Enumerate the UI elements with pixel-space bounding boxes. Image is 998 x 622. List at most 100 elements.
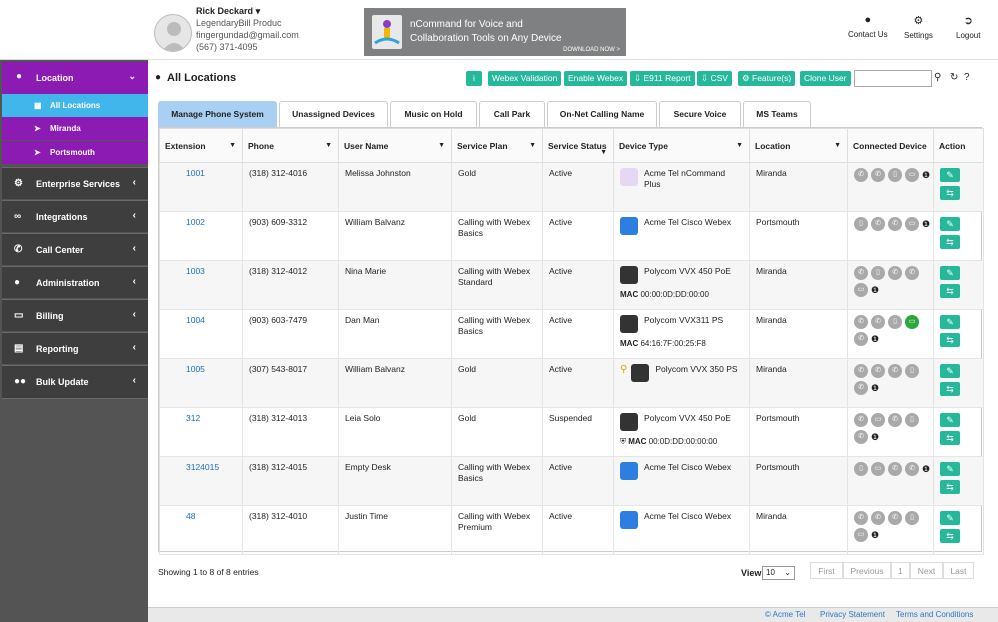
phone-device-icon[interactable]: ✆	[888, 364, 902, 378]
swap-button[interactable]: ⇆	[940, 480, 960, 494]
enable-webex-button[interactable]: Enable Webex	[564, 71, 628, 86]
csv-button[interactable]: ⇩ CSV	[697, 71, 732, 86]
info-icon[interactable]: ❶	[871, 332, 879, 346]
banner-download[interactable]: DOWNLOAD NOW >	[563, 47, 620, 53]
phone-device-icon[interactable]: ✆	[905, 462, 919, 476]
extension-link[interactable]: 1004	[186, 315, 205, 325]
pagination-last[interactable]: Last	[943, 562, 974, 579]
info-icon[interactable]: ❶	[922, 168, 930, 182]
refresh-icon[interactable]: ↻	[950, 72, 958, 83]
edit-button[interactable]: ✎	[940, 364, 960, 378]
mobile-device-icon[interactable]: ▯	[888, 168, 902, 182]
phone-device-icon[interactable]: ✆	[905, 266, 919, 280]
info-icon[interactable]: ❶	[871, 381, 879, 395]
sidebar-item-administration[interactable]: ● Administration ‹	[2, 266, 148, 298]
settings-button[interactable]: ⚙ Settings	[904, 14, 933, 40]
column-header-extension[interactable]: Extension ▼	[159, 128, 243, 163]
e911-report-button[interactable]: ⇩ E911 Report	[630, 71, 695, 86]
mobile-device-icon[interactable]: ▯	[871, 266, 885, 280]
info-icon[interactable]: ❶	[871, 283, 879, 297]
edit-button[interactable]: ✎	[940, 462, 960, 476]
swap-button[interactable]: ⇆	[940, 431, 960, 445]
swap-button[interactable]: ⇆	[940, 186, 960, 200]
sidebar-item-call-center[interactable]: ✆ Call Center ‹	[2, 233, 148, 265]
pagination-page-1[interactable]: 1	[891, 562, 910, 579]
desktop-device-icon[interactable]: ▭	[871, 413, 885, 427]
column-header-service-status[interactable]: Service Status ▼	[542, 128, 614, 163]
column-header-location[interactable]: Location ▼	[749, 128, 848, 163]
sidebar-item-reporting[interactable]: ▤ Reporting ‹	[2, 332, 148, 364]
phone-device-icon[interactable]: ✆	[888, 217, 902, 231]
avatar[interactable]	[154, 14, 192, 52]
column-header-phone[interactable]: Phone ▼	[242, 128, 339, 163]
edit-button[interactable]: ✎	[940, 413, 960, 427]
terms-link[interactable]: Terms and Conditions	[896, 610, 973, 619]
swap-button[interactable]: ⇆	[940, 284, 960, 298]
extension-link[interactable]: 3124015	[186, 462, 219, 472]
phone-device-icon[interactable]: ✆	[854, 168, 868, 182]
column-header-user-name[interactable]: User Name ▼	[338, 128, 452, 163]
features-button[interactable]: ⚙ Feature(s)	[738, 71, 796, 86]
extension-link[interactable]: 48	[186, 511, 195, 521]
info-icon[interactable]: ❶	[922, 217, 930, 231]
extension-link[interactable]: 312	[186, 413, 200, 423]
phone-device-icon[interactable]: ✆	[888, 462, 902, 476]
phone-device-icon[interactable]: ✆	[871, 364, 885, 378]
sidebar-item-integrations[interactable]: ∞ Integrations ‹	[2, 200, 148, 232]
extension-link[interactable]: 1005	[186, 364, 205, 374]
sidebar-item-bulk-update[interactable]: ●● Bulk Update ‹	[2, 365, 148, 399]
mobile-device-icon[interactable]: ▯	[888, 315, 902, 329]
desktop-device-icon[interactable]: ▭	[854, 283, 868, 297]
webex-validation-button[interactable]: Webex Validation	[488, 71, 562, 86]
mobile-device-icon[interactable]: ▯	[905, 413, 919, 427]
phone-device-icon[interactable]: ✆	[854, 332, 868, 346]
pagination-next[interactable]: Next	[910, 562, 943, 579]
edit-button[interactable]: ✎	[940, 217, 960, 231]
extension-link[interactable]: 1003	[186, 266, 205, 276]
sidebar-item-billing[interactable]: ▭ Billing ‹	[2, 299, 148, 331]
swap-button[interactable]: ⇆	[940, 529, 960, 543]
edit-button[interactable]: ✎	[940, 168, 960, 182]
phone-device-icon[interactable]: ✆	[854, 413, 868, 427]
search-input[interactable]	[854, 70, 932, 87]
phone-device-icon[interactable]: ✆	[871, 168, 885, 182]
tab-secure-voice[interactable]: Secure Voice	[659, 101, 741, 127]
phone-device-icon[interactable]: ✆	[888, 511, 902, 525]
edit-button[interactable]: ✎	[940, 315, 960, 329]
info-icon[interactable]: ❶	[871, 528, 879, 542]
swap-button[interactable]: ⇆	[940, 235, 960, 249]
mobile-device-icon[interactable]: ▯	[854, 462, 868, 476]
help-icon[interactable]: ?	[964, 72, 970, 83]
edit-button[interactable]: ✎	[940, 266, 960, 280]
desktop-device-icon[interactable]: ▭	[854, 528, 868, 542]
info-icon[interactable]: ❶	[871, 430, 879, 444]
phone-device-icon[interactable]: ✆	[854, 430, 868, 444]
desktop-device-icon[interactable]: ▭	[905, 168, 919, 182]
tab-ms-teams[interactable]: MS Teams	[743, 101, 811, 127]
phone-device-icon[interactable]: ✆	[871, 511, 885, 525]
mobile-device-icon[interactable]: ▯	[905, 511, 919, 525]
edit-button[interactable]: ✎	[940, 511, 960, 525]
tab-manage-phone-system[interactable]: Manage Phone System	[158, 101, 277, 127]
phone-device-icon[interactable]: ✆	[854, 381, 868, 395]
info-button[interactable]: i	[466, 71, 482, 86]
sidebar-subitem-portsmouth[interactable]: ➤ Portsmouth	[2, 141, 148, 164]
sidebar-subitem-miranda[interactable]: ➤ Miranda	[2, 117, 148, 140]
phone-device-icon[interactable]: ✆	[854, 315, 868, 329]
phone-device-icon[interactable]: ✆	[871, 315, 885, 329]
clone-user-button[interactable]: Clone User	[800, 71, 851, 86]
tab-unassigned-devices[interactable]: Unassigned Devices	[279, 101, 388, 127]
extension-link[interactable]: 1002	[186, 217, 205, 227]
tab-call-park[interactable]: Call Park	[479, 101, 545, 127]
phone-device-icon[interactable]: ✆	[854, 364, 868, 378]
search-icon[interactable]: ⚲	[934, 72, 941, 83]
phone-device-icon[interactable]: ✆	[854, 511, 868, 525]
logout-button[interactable]: ➲ Logout	[956, 14, 980, 40]
desktop-device-icon[interactable]: ▭	[871, 462, 885, 476]
swap-button[interactable]: ⇆	[940, 333, 960, 347]
mobile-device-icon[interactable]: ▯	[854, 217, 868, 231]
swap-button[interactable]: ⇆	[940, 382, 960, 396]
sidebar-item-enterprise-services[interactable]: ⚙ Enterprise Services ‹	[2, 167, 148, 199]
privacy-statement-link[interactable]: Privacy Statement	[820, 610, 885, 619]
tab-on-net-calling-name[interactable]: On-Net Calling Name	[547, 101, 657, 127]
